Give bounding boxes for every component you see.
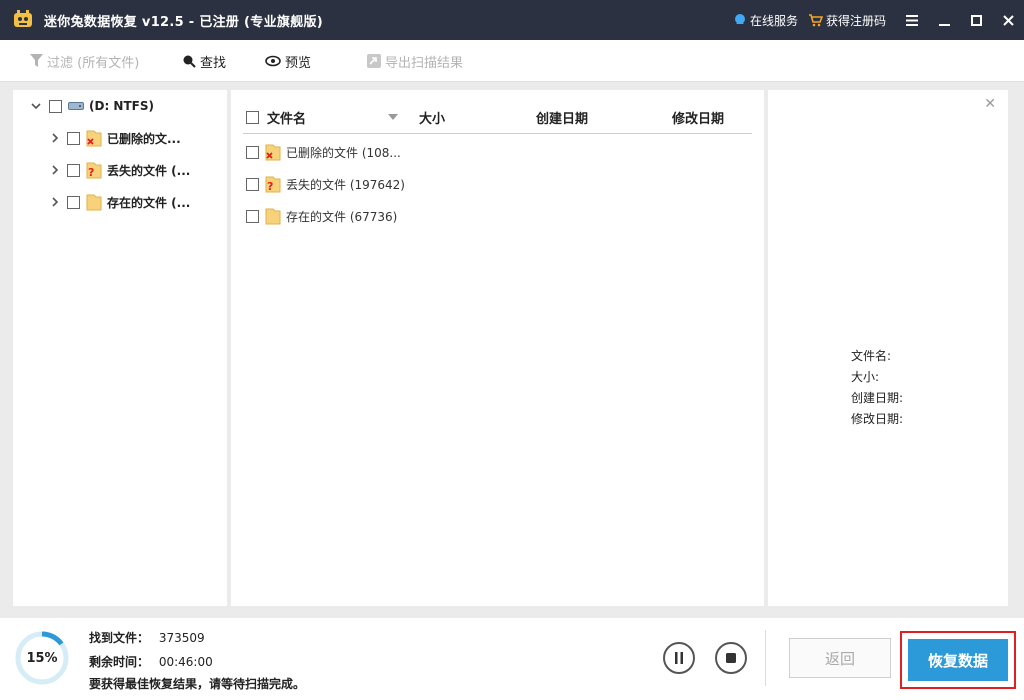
chevron-right-icon[interactable] xyxy=(48,163,62,177)
tree-root-label: (D: NTFS) xyxy=(89,99,154,113)
found-files: 找到文件： 373509 xyxy=(89,631,205,645)
find-button[interactable]: 查找 xyxy=(182,40,226,82)
window-title: 迷你兔数据恢复 v12.5 - 已注册 (专业旗舰版) xyxy=(44,14,324,30)
tree-item-existing[interactable]: 存在的文件 (... xyxy=(13,192,227,212)
column-created[interactable]: 创建日期 xyxy=(536,100,588,134)
minimize-button[interactable] xyxy=(928,0,960,40)
tree-root[interactable]: (D: NTFS) xyxy=(13,96,227,116)
list-item-checkbox[interactable] xyxy=(246,177,259,191)
stop-icon xyxy=(726,653,736,663)
pause-icon xyxy=(675,652,683,664)
list-item-checkbox[interactable] xyxy=(246,145,259,159)
back-button[interactable]: 返回 xyxy=(789,638,891,678)
file-list: 文件名 大小 创建日期 修改日期 已删除的文件 (108... ? 丢失的文件 … xyxy=(231,90,764,606)
lost-folder-icon: ? xyxy=(86,162,102,179)
app-logo-icon xyxy=(14,10,32,27)
column-name[interactable]: 文件名 xyxy=(267,100,306,134)
title-bar: 迷你兔数据恢复 v12.5 - 已注册 (专业旗舰版) 在线服务 获得注册码 xyxy=(0,0,1024,40)
tree-item-checkbox[interactable] xyxy=(67,131,80,145)
online-service-link[interactable]: 在线服务 xyxy=(733,12,798,29)
tree-item-label: 已删除的文... xyxy=(107,131,181,146)
prop-name: 文件名: xyxy=(851,349,892,363)
svg-text:?: ? xyxy=(88,166,94,179)
deleted-folder-icon xyxy=(86,130,102,146)
cart-icon xyxy=(808,14,823,27)
tree-item-checkbox[interactable] xyxy=(67,195,80,209)
chevron-down-icon[interactable] xyxy=(29,99,43,113)
filter-button[interactable]: 过滤 (所有文件) xyxy=(30,40,139,82)
close-icon xyxy=(1002,14,1014,26)
chat-icon xyxy=(734,14,745,24)
maximize-button[interactable] xyxy=(960,0,992,40)
recover-highlight: 恢复数据 xyxy=(900,631,1016,689)
tree-item-label: 存在的文件 (... xyxy=(107,195,191,210)
tree-item-lost[interactable]: ? 丢失的文件 (... xyxy=(13,160,227,180)
remaining-time: 剩余时间： 00:46:00 xyxy=(89,655,213,669)
existing-folder-icon xyxy=(86,194,102,210)
list-item-label: 丢失的文件 (197642) xyxy=(286,177,405,192)
divider xyxy=(765,630,766,686)
sort-down-icon[interactable] xyxy=(388,114,398,120)
close-button[interactable] xyxy=(992,0,1024,40)
svg-text:?: ? xyxy=(267,180,273,193)
eye-icon xyxy=(265,55,281,67)
column-modified[interactable]: 修改日期 xyxy=(672,100,724,134)
minimize-icon xyxy=(938,23,950,26)
recover-data-button[interactable]: 恢复数据 xyxy=(908,639,1008,681)
pause-button[interactable] xyxy=(663,642,695,674)
hamburger-icon xyxy=(906,14,918,26)
preview-panel: ✕ 文件名: 大小: 创建日期: 修改日期: xyxy=(768,90,1008,606)
list-item[interactable]: 已删除的文件 (108... xyxy=(246,142,401,162)
lost-folder-icon: ? xyxy=(265,176,281,193)
scan-tip: 要获得最佳恢复结果，请等待扫描完成。 xyxy=(89,677,306,691)
list-item-label: 存在的文件 (67736) xyxy=(286,209,398,224)
list-header: 文件名 大小 创建日期 修改日期 xyxy=(243,100,752,134)
file-properties: 文件名: 大小: 创建日期: 修改日期: xyxy=(851,346,903,430)
list-item[interactable]: ? 丢失的文件 (197642) xyxy=(246,174,405,194)
get-code-link[interactable]: 获得注册码 xyxy=(808,12,886,29)
menu-button[interactable] xyxy=(896,0,928,40)
tree-item-label: 丢失的文件 (... xyxy=(107,163,191,178)
prop-modified: 修改日期: xyxy=(851,412,904,426)
toolbar: 过滤 (所有文件) 查找 预览 导出扫描结果 xyxy=(0,40,1024,82)
tree-root-checkbox[interactable] xyxy=(49,99,62,113)
list-item-label: 已删除的文件 (108... xyxy=(286,145,401,160)
tree-item-deleted[interactable]: 已删除的文... xyxy=(13,128,227,148)
existing-folder-icon xyxy=(265,208,281,224)
drive-icon xyxy=(68,102,84,110)
chevron-right-icon[interactable] xyxy=(48,131,62,145)
prop-created: 创建日期: xyxy=(851,391,904,405)
tree-item-checkbox[interactable] xyxy=(67,163,80,177)
select-all-checkbox[interactable] xyxy=(246,111,259,124)
filter-icon xyxy=(30,54,43,67)
preview-button[interactable]: 预览 xyxy=(265,40,311,82)
stop-button[interactable] xyxy=(715,642,747,674)
search-icon xyxy=(183,55,196,68)
maximize-icon xyxy=(970,14,982,26)
list-item-checkbox[interactable] xyxy=(246,209,259,223)
chevron-right-icon[interactable] xyxy=(48,195,62,209)
close-preview-icon[interactable]: ✕ xyxy=(984,96,996,112)
list-item[interactable]: 存在的文件 (67736) xyxy=(246,206,397,226)
deleted-folder-icon xyxy=(265,144,281,160)
export-button[interactable]: 导出扫描结果 xyxy=(367,40,463,82)
column-size[interactable]: 大小 xyxy=(419,100,445,134)
folder-tree: (D: NTFS) 已删除的文... ? 丢失的文件 (... 存在的文件 (.… xyxy=(13,90,227,606)
progress-percent: 15% xyxy=(26,650,58,666)
prop-size: 大小: xyxy=(851,370,880,384)
status-footer: 15% 找到文件： 373509 剩余时间： 00:46:00 要获得最佳恢复结… xyxy=(0,618,1024,700)
export-icon xyxy=(367,54,381,68)
